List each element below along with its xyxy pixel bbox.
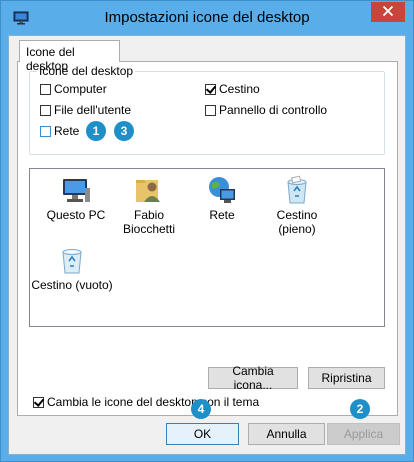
close-icon [382,5,394,20]
step-badge-1: 1 [86,121,106,141]
list-item-label: Cestino (vuoto) [31,278,113,292]
checkbox-network-box[interactable] [40,125,51,137]
checkbox-control-panel[interactable]: Pannello di controllo [205,102,327,118]
checkbox-control-panel-box[interactable] [205,104,216,116]
checkbox-change-with-theme-label: Cambia le icone del desktop con il tema [47,395,260,409]
user-folder-icon [133,174,165,206]
recycle-bin-full-icon [281,174,313,206]
checkbox-computer[interactable]: Computer [40,81,107,97]
checkbox-user-files-box[interactable] [40,104,51,116]
list-item-label: Cestino (pieno) [276,208,318,236]
window-title: Impostazioni icone del desktop [104,9,310,26]
apply-button[interactable]: Applica [327,423,400,445]
checkbox-recycle-bin-label: Cestino [219,82,260,96]
tab-desktop-icons[interactable]: Icone del desktop [19,40,120,73]
list-item-recycle-bin-empty[interactable]: Cestino (vuoto) [30,244,114,292]
list-item-label: Rete [209,208,235,222]
list-item-this-pc[interactable]: Questo PC [40,174,112,222]
dialog-client-area: Icone del desktop Icone del desktop Comp… [8,35,406,455]
desktop-icons-group: Icone del desktop Computer Cestino File … [29,64,385,155]
restore-button[interactable]: Ripristina [308,367,385,389]
dialog-window: Impostazioni icone del desktop Icone del… [0,0,414,462]
checkbox-control-panel-label: Pannello di controllo [219,103,328,117]
checkbox-recycle-bin-box[interactable] [205,83,216,95]
tab-panel: Icone del desktop Computer Cestino File … [17,61,398,416]
close-button[interactable] [371,2,405,22]
list-item-network[interactable]: Rete [186,174,258,222]
cancel-button[interactable]: Annulla [248,423,325,445]
checkbox-computer-box[interactable] [40,83,51,95]
list-item-user-folder[interactable]: Fabio Biocchetti [113,174,185,236]
change-icon-button[interactable]: Cambia icona... [208,364,298,392]
step-badge-3: 3 [114,121,134,141]
checkbox-user-files[interactable]: File dell'utente [40,102,131,118]
recycle-bin-empty-icon [56,244,88,276]
title-bar[interactable]: Impostazioni icone del desktop [1,1,413,35]
step-badge-2: 2 [350,399,370,419]
list-item-label: Questo PC [46,208,106,222]
checkbox-network-label: Rete [54,124,80,138]
checkbox-user-files-label: File dell'utente [54,103,132,117]
step-badge-4: 4 [191,399,211,419]
checkbox-network[interactable]: Rete [40,123,79,139]
checkbox-recycle-bin[interactable]: Cestino [205,81,260,97]
checkbox-change-with-theme[interactable]: Cambia le icone del desktop con il tema [33,394,259,410]
checkbox-change-with-theme-box[interactable] [33,396,44,408]
list-item-label: Fabio Biocchetti [122,208,176,236]
ok-button[interactable]: OK [166,423,239,445]
network-globe-icon [206,174,238,206]
desktop-icon-list[interactable]: Questo PC Fabio Biocchetti Rete Cestino … [29,168,385,327]
checkbox-computer-label: Computer [54,82,107,96]
computer-icon [60,174,92,206]
list-item-recycle-bin-full[interactable]: Cestino (pieno) [259,174,335,236]
